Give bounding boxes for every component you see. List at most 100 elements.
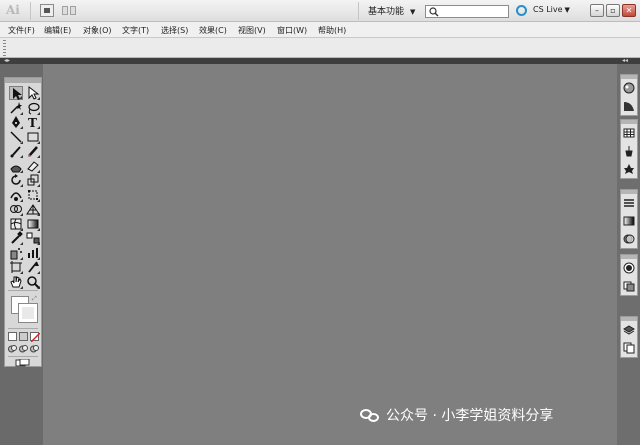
panel-dock-strip: ◂▸ ◂◂ — [0, 58, 640, 64]
blob-brush-tool-button[interactable] — [9, 159, 23, 173]
right-panel-dock — [617, 64, 640, 445]
rectangle-tool-button[interactable] — [26, 130, 40, 144]
minimize-button[interactable]: – — [590, 4, 604, 17]
shape-builder-tool-button[interactable] — [9, 202, 23, 216]
stroke-swatch[interactable] — [18, 303, 38, 323]
appearance-panel-icon — [623, 262, 635, 274]
restore-button[interactable]: ▫ — [606, 4, 620, 17]
color-panel-icon — [623, 82, 635, 94]
arrange-documents-icon[interactable] — [62, 4, 84, 17]
magic-wand-tool-button[interactable] — [9, 101, 23, 115]
brushes-panel-icon — [625, 146, 633, 157]
document-canvas-area[interactable] — [43, 64, 617, 445]
symbols-panel-button[interactable] — [621, 160, 637, 178]
graphic-styles-panel-button[interactable] — [621, 277, 637, 295]
symbol-sprayer-tool-button[interactable] — [9, 246, 23, 260]
color-mode-icon[interactable] — [8, 332, 17, 341]
collapse-tools-icon[interactable]: ◂▸ — [4, 58, 10, 64]
scale-tool-button[interactable] — [26, 173, 40, 187]
selection-tool-button[interactable] — [9, 86, 23, 100]
menu-window[interactable]: 窗口(W) — [277, 25, 307, 36]
eraser-tool-button[interactable] — [26, 159, 40, 173]
tools-panel-header[interactable] — [5, 78, 41, 83]
close-button[interactable]: ✕ — [622, 4, 636, 17]
swap-fill-stroke-icon[interactable]: ⤢ — [32, 295, 37, 303]
color-panel-button[interactable] — [621, 79, 637, 97]
artboards-panel-icon — [623, 342, 635, 354]
layers-panel-button[interactable] — [621, 321, 637, 339]
paintbrush-tool-button[interactable] — [9, 144, 23, 158]
appearance-panel-button[interactable] — [621, 259, 637, 277]
free-transform-tool-button[interactable] — [26, 188, 40, 202]
menu-object[interactable]: 对象(O) — [83, 25, 112, 36]
none-slash-icon — [30, 332, 41, 343]
artboards-panel-button[interactable] — [621, 339, 637, 357]
svg-text:T: T — [28, 116, 37, 129]
stroke-panel-icon — [624, 199, 634, 207]
screen-mode-icon[interactable] — [15, 358, 31, 367]
divider — [8, 290, 38, 291]
color-guide-panel-icon — [624, 102, 634, 111]
control-bar — [0, 38, 640, 58]
color-guide-panel-button[interactable] — [621, 97, 637, 115]
workspace-switcher[interactable]: 基本功能 ▼ — [368, 4, 415, 17]
swatches-panel-icon — [623, 128, 635, 138]
draw-normal-icon-glyph — [8, 345, 17, 353]
column-graph-tool-button[interactable] — [26, 246, 40, 260]
mesh-tool-button[interactable] — [9, 217, 23, 231]
rotate-tool-button[interactable] — [9, 173, 23, 187]
cs-live-icon[interactable] — [516, 5, 527, 16]
draw-inside-icon[interactable] — [30, 344, 39, 353]
draw-normal-icon[interactable] — [8, 344, 17, 353]
direct-selection-tool-button[interactable] — [26, 85, 40, 100]
panel-group — [620, 316, 638, 358]
stroke-panel-button[interactable] — [621, 194, 637, 212]
zoom-tool-button[interactable] — [26, 275, 40, 289]
divider — [8, 328, 38, 329]
screen-mode-glyph — [15, 358, 30, 367]
menu-effect[interactable]: 效果(C) — [199, 25, 227, 36]
search-icon — [429, 7, 439, 17]
gradient-tool-button[interactable] — [26, 217, 40, 231]
type-tool-button[interactable]: T — [26, 115, 40, 130]
none-mode-icon[interactable] — [30, 332, 41, 343]
cs-live-menu[interactable]: CS Live ▼ — [533, 5, 570, 14]
flyout-indicator-icon — [19, 96, 22, 99]
menu-select[interactable]: 选择(S) — [161, 25, 188, 36]
menu-help[interactable]: 帮助(H) — [318, 25, 346, 36]
eyedropper-tool-button[interactable] — [9, 231, 23, 245]
control-bar-grip[interactable] — [3, 40, 6, 56]
restore-icon: ▫ — [610, 6, 616, 15]
close-icon: ✕ — [625, 6, 633, 15]
search-input[interactable] — [425, 5, 509, 18]
pen-tool-button[interactable] — [9, 115, 23, 129]
menu-edit[interactable]: 编辑(E) — [44, 25, 71, 36]
draw-behind-icon-glyph — [19, 345, 28, 353]
watermark: 公众号 · 小李学姐资料分享 — [360, 405, 553, 425]
draw-behind-icon[interactable] — [19, 344, 28, 353]
brushes-panel-button[interactable] — [621, 142, 637, 160]
gradient-panel-button[interactable] — [621, 212, 637, 230]
bridge-icon[interactable] — [40, 4, 54, 17]
perspective-grid-tool-button[interactable] — [26, 202, 40, 216]
menu-type[interactable]: 文字(T) — [122, 25, 149, 36]
app-logo: Ai — [6, 3, 20, 17]
watermark-text: 公众号 · 小李学姐资料分享 — [386, 408, 554, 424]
pencil-tool-button[interactable] — [26, 144, 40, 158]
draw-inside-icon-glyph — [30, 345, 39, 353]
slice-tool-button[interactable] — [26, 260, 40, 274]
swatches-panel-button[interactable] — [621, 124, 637, 142]
hand-tool-button[interactable] — [9, 275, 23, 289]
blend-tool-button[interactable] — [26, 231, 40, 245]
menu-view[interactable]: 视图(V) — [238, 25, 266, 36]
line-segment-tool-button[interactable] — [9, 130, 23, 144]
gradient-mode-icon[interactable] — [19, 332, 28, 341]
wechat-icon — [360, 409, 380, 423]
transparency-panel-icon — [623, 234, 635, 244]
transparency-panel-button[interactable] — [621, 230, 637, 248]
menu-file[interactable]: 文件(F) — [8, 25, 35, 36]
artboard-tool-button[interactable] — [9, 260, 23, 274]
divider — [8, 356, 38, 357]
lasso-tool-button[interactable] — [26, 101, 40, 115]
warp-tool-button[interactable] — [9, 188, 23, 202]
